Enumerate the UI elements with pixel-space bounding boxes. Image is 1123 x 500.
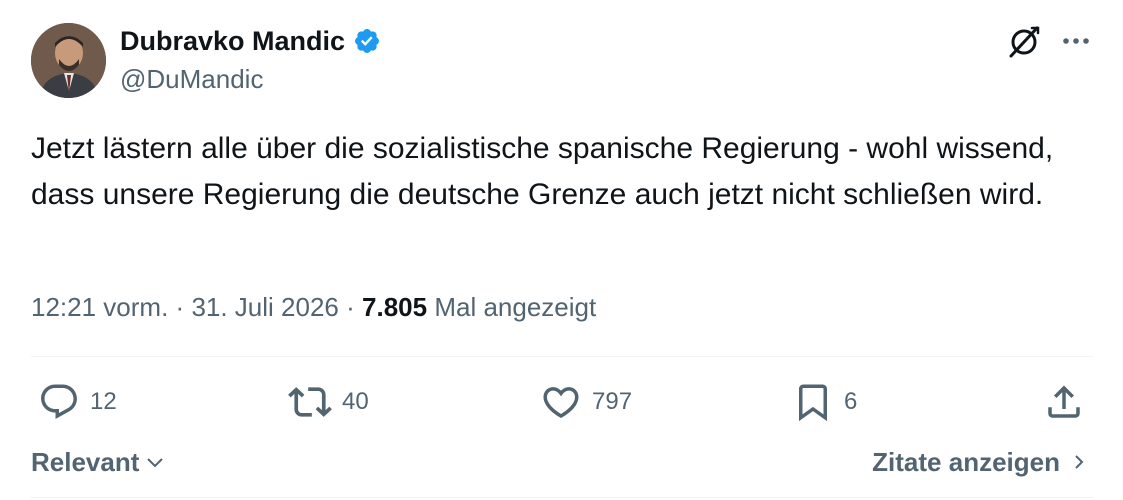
repost-count: 40: [342, 388, 369, 415]
repost-button[interactable]: 40: [288, 380, 369, 424]
reply-button[interactable]: 12: [38, 380, 117, 424]
sort-label: Relevant: [31, 447, 140, 477]
reply-count: 12: [90, 388, 117, 415]
reply-icon: [41, 384, 77, 419]
tweet-date[interactable]: 31. Juli 2026: [191, 292, 338, 322]
avatar-image: [31, 23, 106, 98]
divider: [31, 497, 1093, 498]
bookmark-count: 6: [844, 388, 858, 415]
tweet-card: Dubravko Mandic @DuMandic Jetzt lästern …: [0, 0, 1123, 500]
tweet-meta: 12:21 vorm. · 31. Juli 2026 · 7.805 Mal …: [31, 290, 596, 324]
author-name[interactable]: Dubravko Mandic: [120, 24, 345, 58]
tweet-time[interactable]: 12:21 vorm.: [31, 292, 168, 322]
views-label[interactable]: Mal angezeigt: [434, 292, 596, 322]
share-icon: [1048, 385, 1080, 418]
view-quotes-link[interactable]: Zitate anzeigen: [872, 445, 1090, 479]
bookmark-icon: [799, 384, 827, 422]
like-count: 797: [592, 388, 633, 415]
like-icon: [543, 387, 579, 419]
like-button[interactable]: 797: [540, 380, 632, 424]
views-count[interactable]: 7.805: [362, 292, 427, 322]
verified-badge-icon[interactable]: [353, 27, 381, 55]
meta-separator: ·: [346, 292, 355, 322]
chevron-down-icon: [147, 458, 164, 468]
repost-icon: [288, 387, 332, 417]
bookmark-button[interactable]: 6: [792, 380, 857, 424]
view-quotes-label: Zitate anzeigen: [872, 447, 1060, 477]
tweet-text: Jetzt lästern alle über die sozialistisc…: [31, 132, 1054, 211]
share-button[interactable]: [1043, 380, 1085, 424]
more-options-icon[interactable]: [1060, 28, 1092, 54]
chevron-right-icon: [1075, 455, 1084, 469]
grok-icon[interactable]: [1006, 24, 1042, 60]
avatar[interactable]: [31, 23, 106, 98]
sort-dropdown[interactable]: Relevant: [31, 445, 167, 479]
author-name-row[interactable]: Dubravko Mandic: [120, 24, 381, 58]
meta-separator: ·: [175, 292, 185, 322]
divider: [31, 356, 1093, 357]
author-handle[interactable]: @DuMandic: [120, 63, 263, 95]
